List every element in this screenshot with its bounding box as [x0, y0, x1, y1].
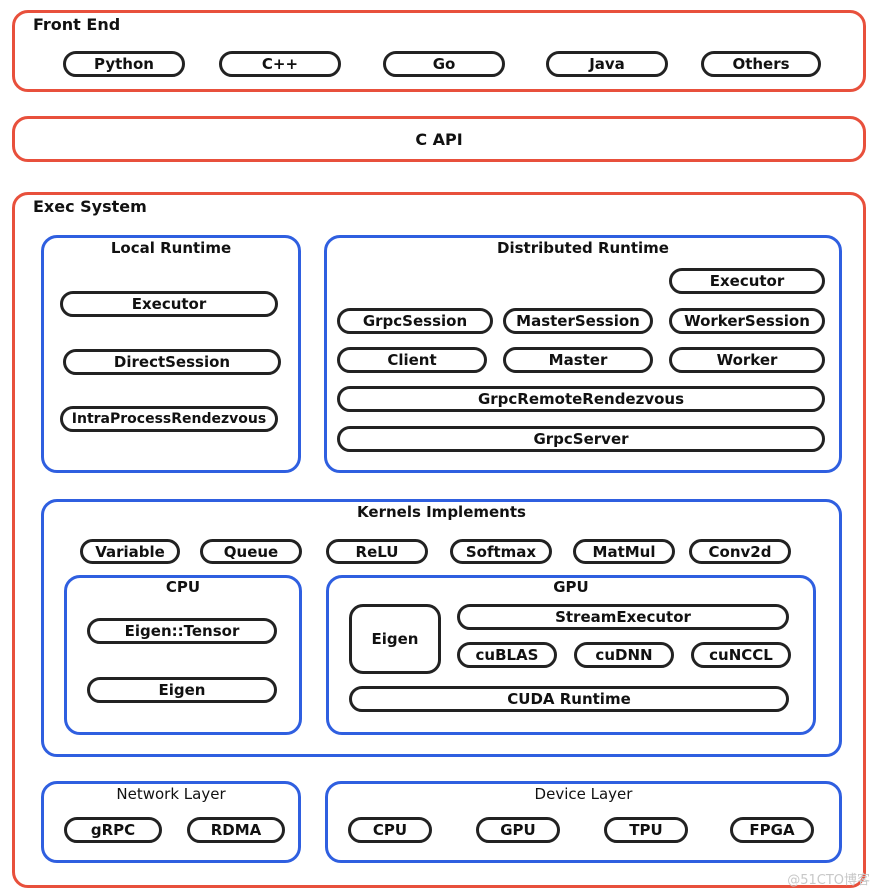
local-runtime-title: Local Runtime — [110, 239, 232, 257]
distributed-executor: Executor — [669, 268, 825, 294]
local-runtime-group: Local Runtime Executor DirectSession Int… — [41, 235, 301, 473]
op-conv2d: Conv2d — [689, 539, 791, 564]
gpu-kernel-group: GPU Eigen StreamExecutor cuBLAS cuDNN cu… — [326, 575, 816, 735]
exec-system-title: Exec System — [33, 197, 147, 216]
local-executor: Executor — [60, 291, 278, 317]
cublas: cuBLAS — [457, 642, 557, 668]
worker: Worker — [669, 347, 825, 373]
distributed-runtime-group: Distributed Runtime Executor GrpcSession… — [324, 235, 842, 473]
watermark: @51CTO博客 — [787, 873, 870, 888]
front-end-cpp: C++ — [219, 51, 341, 77]
grpc-remote-rendezvous: GrpcRemoteRendezvous — [337, 386, 825, 412]
op-variable: Variable — [80, 539, 180, 564]
stream-executor: StreamExecutor — [457, 604, 789, 630]
worker-session: WorkerSession — [669, 308, 825, 334]
gpu-eigen: Eigen — [349, 604, 441, 674]
cuda-runtime: CUDA Runtime — [349, 686, 789, 712]
direct-session: DirectSession — [63, 349, 281, 375]
eigen-tensor: Eigen::Tensor — [87, 618, 277, 644]
device-cpu: CPU — [348, 817, 432, 843]
kernels-group: Kernels Implements Variable Queue ReLU S… — [41, 499, 842, 757]
gpu-kernel-title: GPU — [553, 578, 589, 596]
front-end-python: Python — [63, 51, 185, 77]
device-layer-group: Device Layer CPU GPU TPU FPGA — [325, 781, 842, 863]
master: Master — [503, 347, 653, 373]
cunccl: cuNCCL — [691, 642, 791, 668]
op-queue: Queue — [200, 539, 302, 564]
front-end-layer: Front End Python C++ Go Java Others — [12, 10, 866, 92]
cpu-eigen: Eigen — [87, 677, 277, 703]
op-relu: ReLU — [326, 539, 428, 564]
c-api-title: C API — [415, 130, 463, 149]
front-end-java: Java — [546, 51, 668, 77]
network-layer-title: Network Layer — [116, 785, 226, 803]
distributed-runtime-title: Distributed Runtime — [497, 239, 669, 257]
cpu-kernel-title: CPU — [165, 578, 201, 596]
master-session: MasterSession — [503, 308, 653, 334]
network-rdma: RDMA — [187, 817, 285, 843]
front-end-go: Go — [383, 51, 505, 77]
op-matmul: MatMul — [573, 539, 675, 564]
exec-system-layer: Exec System Local Runtime Executor Direc… — [12, 192, 866, 888]
device-layer-title: Device Layer — [534, 785, 633, 803]
intra-process-rendezvous: IntraProcessRendezvous — [60, 406, 278, 432]
network-layer-group: Network Layer gRPC RDMA — [41, 781, 301, 863]
device-tpu: TPU — [604, 817, 688, 843]
gpu-eigen-label: Eigen — [371, 630, 419, 648]
device-fpga: FPGA — [730, 817, 814, 843]
grpc-server: GrpcServer — [337, 426, 825, 452]
c-api-layer: C API — [12, 116, 866, 162]
op-softmax: Softmax — [450, 539, 552, 564]
kernels-title: Kernels Implements — [357, 503, 526, 521]
device-gpu: GPU — [476, 817, 560, 843]
grpc-session: GrpcSession — [337, 308, 493, 334]
network-grpc: gRPC — [64, 817, 162, 843]
front-end-others: Others — [701, 51, 821, 77]
client: Client — [337, 347, 487, 373]
front-end-title: Front End — [33, 15, 121, 34]
cpu-kernel-group: CPU Eigen::Tensor Eigen — [64, 575, 302, 735]
cudnn: cuDNN — [574, 642, 674, 668]
